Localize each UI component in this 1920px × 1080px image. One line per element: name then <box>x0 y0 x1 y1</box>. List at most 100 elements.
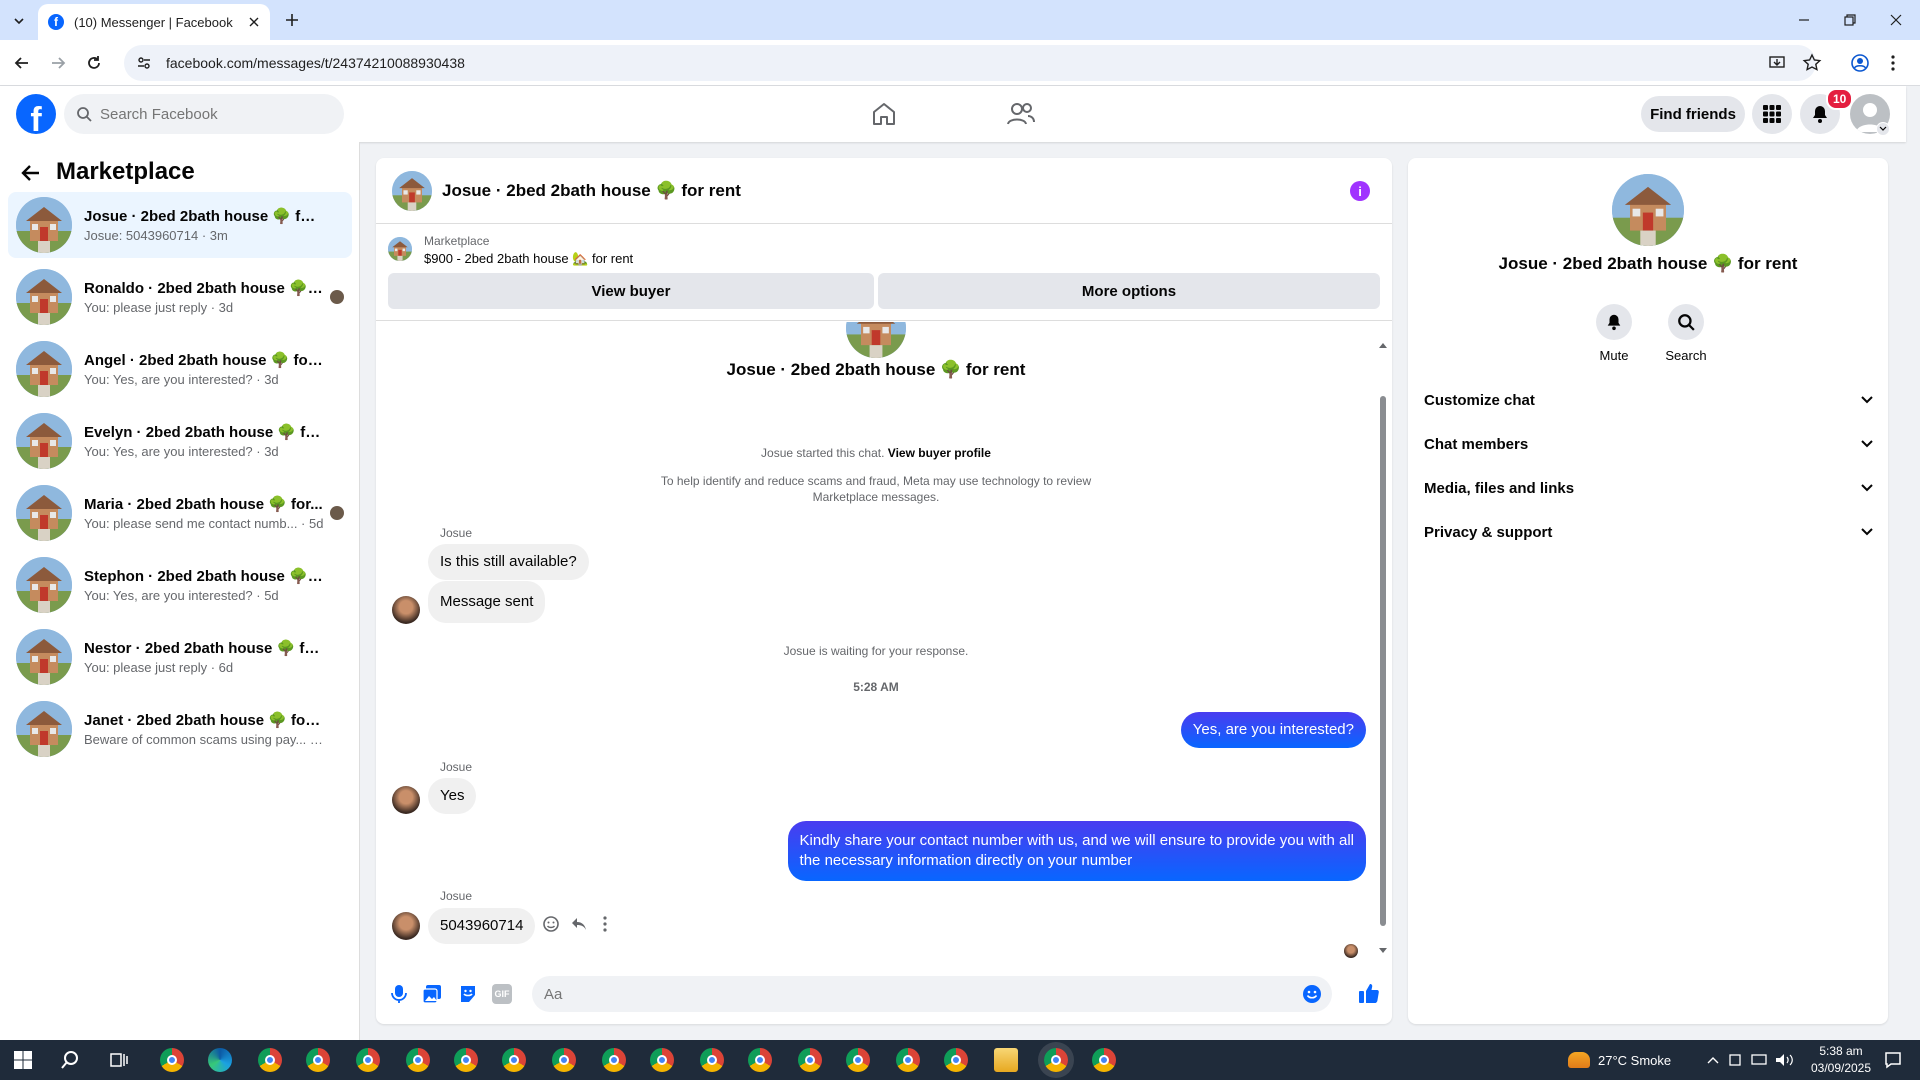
outgoing-message[interactable]: Yes, are you interested? <box>1180 712 1366 748</box>
weather-widget[interactable]: 27°C Smoke <box>1568 1040 1671 1080</box>
new-tab-plus-icon[interactable] <box>282 10 302 30</box>
task-view-icon[interactable] <box>110 1051 128 1069</box>
intro-name: Josue · 2bed 2bath house 🌳 for rent <box>726 360 1026 379</box>
incoming-message[interactable]: 5043960714 <box>428 908 536 944</box>
details-section[interactable]: Privacy & support <box>1424 510 1874 554</box>
chrome-taskbar-icon[interactable] <box>602 1048 626 1072</box>
install-app-icon[interactable] <box>1768 54 1786 72</box>
incoming-message[interactable]: Yes <box>428 778 477 814</box>
listing-title[interactable]: $900 - 2bed 2bath house 🏡 for rent <box>424 251 633 267</box>
incoming-message[interactable]: Is this still available? <box>428 544 589 580</box>
find-friends-button[interactable]: Find friends <box>1641 96 1745 132</box>
tab-search-icon[interactable] <box>8 10 30 32</box>
chrome-taskbar-icon[interactable] <box>1092 1048 1116 1072</box>
reply-icon[interactable] <box>570 915 588 933</box>
sender-avatar[interactable] <box>392 912 420 940</box>
chrome-taskbar-icon[interactable] <box>748 1048 772 1072</box>
section-label: Customize chat <box>1424 391 1535 409</box>
chrome-taskbar-icon[interactable] <box>258 1048 282 1072</box>
tab-close-icon[interactable] <box>246 14 262 30</box>
view-buyer-button[interactable]: View buyer <box>388 273 874 309</box>
details-section[interactable]: Chat members <box>1424 422 1874 466</box>
emoji-icon[interactable] <box>1302 984 1322 1004</box>
chrome-taskbar-icon[interactable] <box>650 1048 674 1072</box>
info-icon[interactable]: i <box>1350 181 1370 201</box>
account-chevron-icon[interactable] <box>1876 122 1890 136</box>
conversation-details-panel: Josue · 2bed 2bath house 🌳 for rent Mute… <box>1408 158 1888 1024</box>
bookmark-star-icon[interactable] <box>1802 53 1822 73</box>
clock[interactable]: 5:38 am 03/09/2025 <box>1806 1043 1876 1077</box>
conversation-avatar <box>16 341 72 397</box>
system-tray-icons[interactable] <box>1706 1052 1806 1068</box>
clock-time: 5:38 am <box>1819 1044 1863 1058</box>
chrome-taskbar-icon[interactable] <box>798 1048 822 1072</box>
chrome-taskbar-icon[interactable] <box>454 1048 478 1072</box>
chrome-taskbar-icon[interactable] <box>1044 1048 1068 1072</box>
conversation-item[interactable]: Ronaldo · 2bed 2bath house 🌳 ... You: ple… <box>8 264 352 330</box>
back-arrow-icon[interactable] <box>20 162 42 184</box>
profile-icon[interactable] <box>1850 53 1870 73</box>
forward-arrow-icon[interactable] <box>48 53 68 73</box>
more-actions-icon[interactable] <box>602 915 608 933</box>
windows-start-icon[interactable] <box>14 1051 32 1069</box>
sender-avatar[interactable] <box>392 786 420 814</box>
sender-avatar[interactable] <box>392 596 420 624</box>
chrome-taskbar-icon[interactable] <box>944 1048 968 1072</box>
facebook-search-box[interactable] <box>64 94 344 134</box>
thumbs-up-icon[interactable] <box>1358 982 1380 1004</box>
menu-grid-button[interactable] <box>1752 94 1792 134</box>
outgoing-message[interactable]: Kindly share your contact number with us… <box>787 821 1366 881</box>
facebook-logo-icon[interactable]: f <box>16 94 56 134</box>
chrome-taskbar-icon[interactable] <box>846 1048 870 1072</box>
chrome-taskbar-icon[interactable] <box>552 1048 576 1072</box>
reload-icon[interactable] <box>84 53 104 73</box>
chat-scrollbar[interactable] <box>1378 338 1388 958</box>
details-section[interactable]: Customize chat <box>1424 378 1874 422</box>
conversation-item[interactable]: Nestor · 2bed 2bath house 🌳 for ... You: … <box>8 624 352 690</box>
chrome-taskbar-icon[interactable] <box>356 1048 380 1072</box>
browser-tab-active[interactable]: f (10) Messenger | Facebook <box>38 4 270 40</box>
conversation-item[interactable]: Josue · 2bed 2bath house 🌳 for r... Josue… <box>8 192 352 258</box>
mute-button[interactable]: Mute <box>1586 304 1642 363</box>
conversation-item[interactable]: Stephon · 2bed 2bath house 🌳 fo... You: Y… <box>8 552 352 618</box>
friends-nav-icon[interactable] <box>1006 100 1036 128</box>
sender-name: Josue <box>440 526 473 540</box>
site-settings-icon[interactable] <box>136 55 152 71</box>
file-explorer-taskbar-icon[interactable] <box>994 1048 1018 1072</box>
view-buyer-profile-link[interactable]: View buyer profile <box>888 446 991 460</box>
notification-center-icon[interactable] <box>1884 1051 1902 1069</box>
react-smiley-icon[interactable] <box>542 915 560 933</box>
search-input[interactable] <box>100 105 320 123</box>
gif-icon[interactable]: GIF <box>492 984 512 1004</box>
chrome-taskbar-icon[interactable] <box>306 1048 330 1072</box>
message-input[interactable] <box>532 976 1332 1012</box>
incoming-message[interactable]: Message sent <box>428 581 546 623</box>
window-restore-icon[interactable] <box>1842 12 1858 28</box>
photo-attach-icon[interactable] <box>422 984 442 1004</box>
browser-menu-icon[interactable] <box>1890 53 1896 73</box>
chrome-taskbar-icon[interactable] <box>700 1048 724 1072</box>
back-arrow-icon[interactable] <box>12 53 32 73</box>
conversation-avatar <box>16 485 72 541</box>
address-bar[interactable]: facebook.com/messages/t/2437421008893043… <box>124 45 1816 81</box>
chrome-taskbar-icon[interactable] <box>160 1048 184 1072</box>
home-nav-icon[interactable] <box>870 100 898 128</box>
edge-taskbar-icon[interactable] <box>208 1048 232 1072</box>
chat-header[interactable]: Josue · 2bed 2bath house 🌳 for rent i <box>376 158 1392 224</box>
window-close-icon[interactable] <box>1888 12 1904 28</box>
conversation-item[interactable]: Angel · 2bed 2bath house 🌳 for r... You: … <box>8 336 352 402</box>
conversation-name: Janet · 2bed 2bath house 🌳 for rent <box>84 712 324 729</box>
conversation-item[interactable]: Janet · 2bed 2bath house 🌳 for rent Bewar… <box>8 696 352 762</box>
chrome-taskbar-icon[interactable] <box>502 1048 526 1072</box>
sticker-icon[interactable] <box>458 984 478 1004</box>
search-in-chat-button[interactable]: Search <box>1658 304 1714 363</box>
more-options-button[interactable]: More options <box>878 273 1380 309</box>
chrome-taskbar-icon[interactable] <box>896 1048 920 1072</box>
conversation-item[interactable]: Maria · 2bed 2bath house 🌳 for... You: pl… <box>8 480 352 546</box>
details-section[interactable]: Media, files and links <box>1424 466 1874 510</box>
taskbar-search-icon[interactable] <box>60 1050 80 1070</box>
window-minimize-icon[interactable] <box>1796 12 1812 28</box>
chrome-taskbar-icon[interactable] <box>406 1048 430 1072</box>
microphone-icon[interactable] <box>390 984 408 1004</box>
conversation-item[interactable]: Evelyn · 2bed 2bath house 🌳 for r... You:… <box>8 408 352 474</box>
